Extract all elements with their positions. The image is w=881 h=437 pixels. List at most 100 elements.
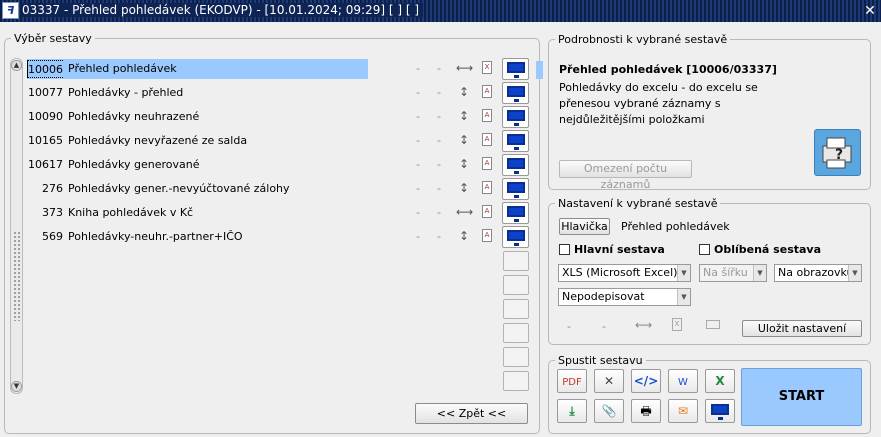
report-number: 10090	[28, 110, 63, 123]
settings-legend: Nastavení k vybrané sestavě	[558, 197, 718, 210]
printer-help-icon[interactable]: ?	[814, 129, 861, 176]
pdf-icon[interactable]: PDF	[557, 369, 587, 393]
row-dash: -	[437, 158, 441, 171]
row-dash: -	[437, 86, 441, 99]
orientation-icon: ⟷	[456, 61, 474, 75]
selection-marker	[536, 61, 543, 79]
orientation-icon: ↕	[458, 85, 470, 99]
format-select[interactable]: XLS (Microsoft Excel) ▼	[558, 264, 691, 282]
scroll-up-button[interactable]: ▲	[11, 60, 22, 71]
report-row[interactable]: 373 Kniha pohledávek v Kč - - ⟷ A	[27, 202, 529, 224]
chevron-down-icon: ▼	[848, 265, 861, 281]
report-label: Pohledávky neuhrazené	[68, 110, 200, 123]
report-name: Přehled pohledávek [10006/03337]	[559, 63, 777, 76]
monitor-icon	[706, 320, 720, 329]
monitor-icon[interactable]	[705, 399, 735, 423]
pdf-file-icon: A	[482, 109, 492, 122]
details-legend: Podrobnosti k vybrané sestavě	[558, 33, 728, 46]
row-dash: -	[416, 134, 420, 147]
monitor-icon	[507, 134, 525, 150]
orientation-value: Na šířku	[703, 266, 748, 279]
empty-slot-button[interactable]	[503, 275, 529, 295]
monitor-button[interactable]	[502, 154, 529, 176]
start-button[interactable]: START	[741, 368, 862, 426]
signature-select[interactable]: Nepodepisovat ▼	[558, 288, 691, 306]
monitor-button[interactable]	[502, 202, 529, 224]
list-scrollbar[interactable]: ▲ ▼	[10, 58, 23, 394]
back-button[interactable]: << Zpět <<	[415, 403, 528, 424]
pdf-file-icon: A	[482, 229, 492, 242]
report-number: 276	[42, 182, 63, 195]
report-row[interactable]: 10006 Přehled pohledávek - - ⟷ X	[27, 58, 529, 80]
report-number: 569	[42, 230, 63, 243]
svg-text:?: ?	[835, 147, 843, 163]
attachment-icon[interactable]: 📎	[594, 399, 624, 423]
monitor-button[interactable]	[502, 58, 529, 80]
window-title: 03337 - Přehled pohledávek (EKODVP) - [1…	[22, 3, 423, 17]
scroll-grip[interactable]	[13, 231, 20, 321]
report-number: 10077	[28, 86, 63, 99]
report-selection-legend: Výběr sestavy	[14, 32, 92, 45]
row-dash: -	[416, 182, 420, 195]
printer-icon[interactable]: 🖶	[631, 399, 661, 423]
chevron-down-icon: ▼	[677, 289, 690, 305]
scroll-down-button[interactable]: ▼	[11, 381, 22, 392]
xml-icon[interactable]: ✕	[594, 369, 624, 393]
report-row[interactable]: 10090 Pohledávky neuhrazené - - ↕ A	[27, 106, 529, 128]
word-icon[interactable]: W	[668, 369, 698, 393]
empty-slot-button[interactable]	[503, 299, 529, 319]
monitor-button[interactable]	[502, 82, 529, 104]
row-dash: -	[437, 134, 441, 147]
monitor-button[interactable]	[502, 226, 529, 248]
header-value: Přehled pohledávek	[621, 220, 730, 233]
report-label: Přehled pohledávek	[68, 62, 177, 75]
monitor-button[interactable]	[502, 178, 529, 200]
monitor-icon	[507, 182, 525, 198]
title-bar: ꟻ 03337 - Přehled pohledávek (EKODVP) - …	[0, 0, 881, 22]
excel-icon[interactable]: X	[705, 369, 735, 393]
code-icon[interactable]: </>	[631, 369, 661, 393]
save-settings-button[interactable]: Uložit nastavení	[742, 320, 862, 337]
pdf-file-icon: A	[482, 205, 492, 218]
empty-slot-button[interactable]	[503, 323, 529, 343]
orientation-icon: ↕	[458, 229, 470, 243]
close-button[interactable]: ✕	[862, 3, 878, 19]
report-row[interactable]: 10165 Pohledávky nevyřazené ze salda - - ↕ A	[27, 130, 529, 152]
report-row[interactable]: 276 Pohledávky gener.-nevyúčtované zálohy…	[27, 178, 529, 200]
empty-slot-button[interactable]	[503, 371, 529, 391]
monitor-icon	[507, 62, 525, 78]
report-label: Pohledávky-neuhr.-partner+IČO	[68, 230, 243, 243]
main-report-checkbox[interactable]	[559, 244, 570, 255]
report-row[interactable]: 569 Pohledávky-neuhr.-partner+IČO - - ↕ A	[27, 226, 529, 248]
row-dash: -	[416, 158, 420, 171]
output-select[interactable]: Na obrazovku ▼	[774, 264, 862, 282]
report-row[interactable]: 10617 Pohledávky generované - - ↕ A	[27, 154, 529, 176]
orientation-select[interactable]: Na šířku ▼	[699, 264, 767, 282]
monitor-icon	[507, 158, 525, 174]
setting-dash: -	[602, 320, 606, 333]
xls-file-icon: X	[482, 61, 492, 74]
limit-records-button[interactable]: Omezení počtu záznamů	[559, 160, 692, 191]
row-dash: -	[416, 230, 420, 243]
orientation-icon: ↕	[458, 181, 470, 195]
header-button[interactable]: Hlavička	[559, 218, 610, 235]
chevron-down-icon: ▼	[677, 265, 690, 281]
report-row[interactable]: 10077 Pohledávky - přehled - - ↕ A	[27, 82, 529, 104]
monitor-icon	[507, 110, 525, 126]
empty-slot-button[interactable]	[503, 347, 529, 367]
chevron-down-icon: ▼	[753, 265, 766, 281]
email-icon[interactable]: ✉	[668, 399, 698, 423]
row-dash: -	[416, 86, 420, 99]
pdf-file-icon: A	[482, 157, 492, 170]
run-legend: Spustit sestavu	[558, 354, 643, 367]
monitor-button[interactable]	[502, 106, 529, 128]
download-icon[interactable]: ⤓	[557, 399, 587, 423]
report-number: 10617	[28, 158, 63, 171]
monitor-icon	[507, 86, 525, 102]
row-dash: -	[437, 230, 441, 243]
monitor-button[interactable]	[502, 130, 529, 152]
favorite-checkbox[interactable]	[699, 244, 710, 255]
empty-slot-button[interactable]	[503, 251, 529, 271]
report-label: Pohledávky gener.-nevyúčtované zálohy	[68, 182, 290, 195]
favorite-label: Oblíbená sestava	[714, 243, 822, 256]
